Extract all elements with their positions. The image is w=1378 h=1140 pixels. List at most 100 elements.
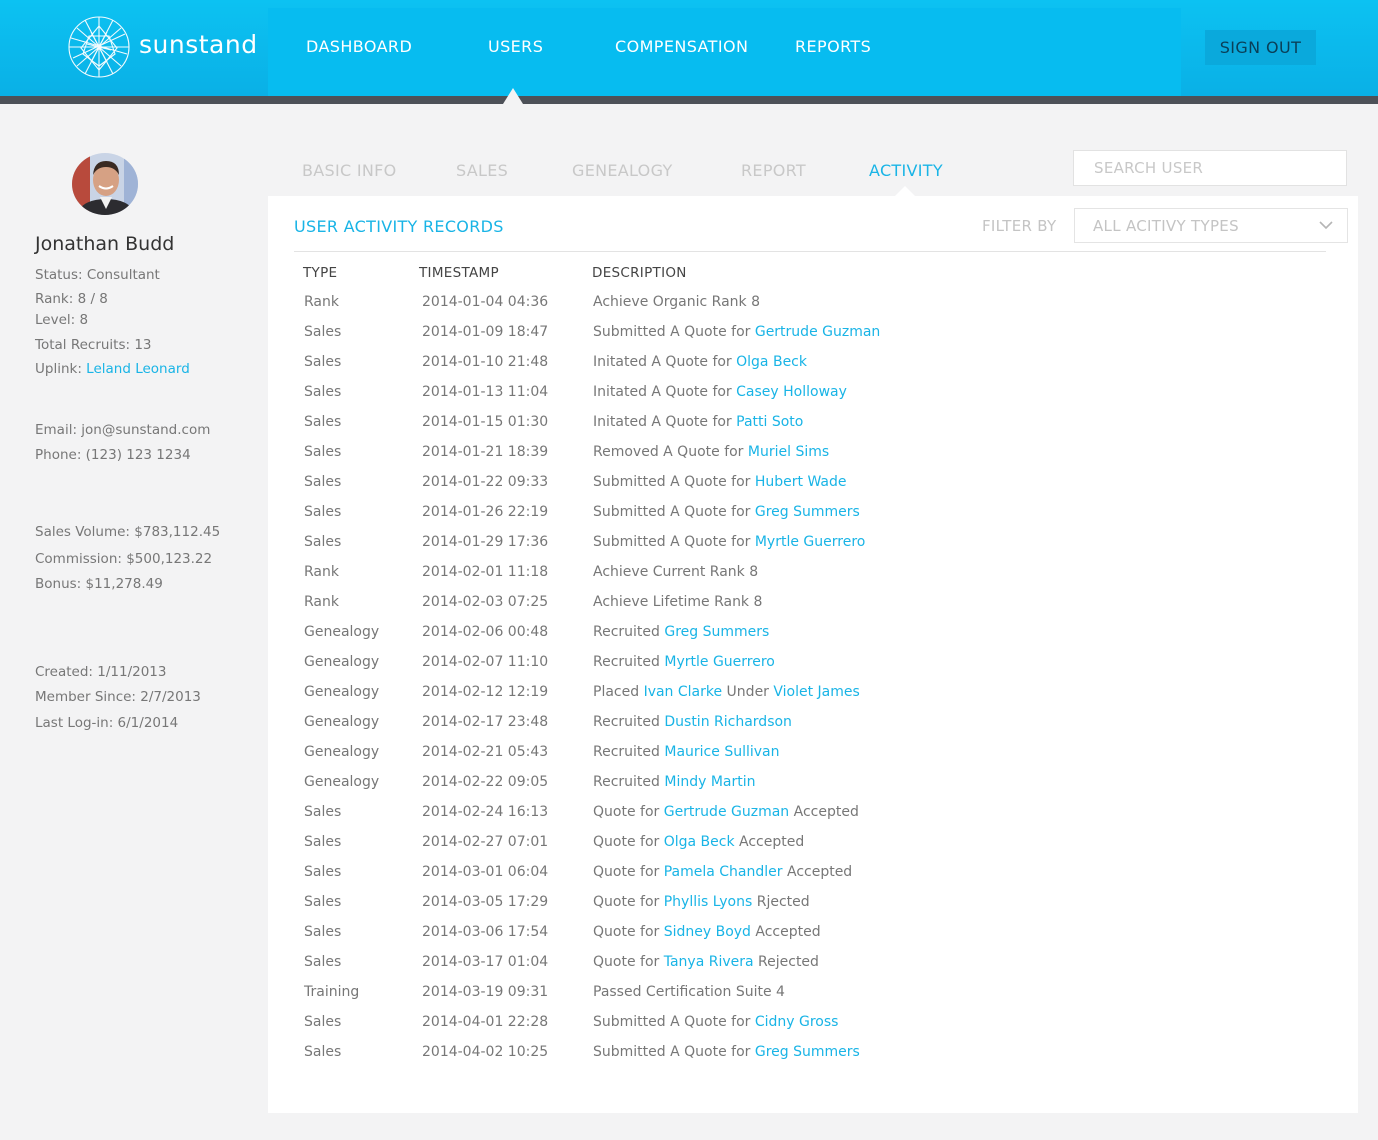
nav-dashboard[interactable]: DASHBOARD [306,37,412,56]
brand-name[interactable]: sunstand [139,30,258,59]
cell-description: Quote for Tanya Rivera Rejected [593,954,819,970]
cell-timestamp: 2014-02-24 16:13 [422,804,549,820]
user-link[interactable]: Patti Soto [736,414,803,430]
description-text: Recruited [593,774,665,790]
description-text: Removed A Quote for [593,444,748,460]
profile-created: Created: 1/11/2013 [35,664,167,680]
table-row: Sales 2014-01-21 18:39 Removed A Quote for… [268,444,1358,474]
description-text: Accepted [789,804,859,820]
cell-description: Removed A Quote for Muriel Sims [593,444,829,460]
user-link[interactable]: Pamela Chandler [664,864,783,880]
description-text: Submitted A Quote for [593,1044,755,1060]
cell-timestamp: 2014-01-22 09:33 [422,474,549,490]
profile-last-login: Last Log-in: 6/1/2014 [35,715,179,731]
cell-type: Sales [304,474,342,490]
user-link[interactable]: Gertrude Guzman [664,804,789,820]
cell-description: Submitted A Quote for Cidny Gross [593,1014,838,1030]
cell-type: Sales [304,534,342,550]
user-link[interactable]: Phyllis Lyons [664,894,753,910]
profile-email: Email: jon@sunstand.com [35,422,211,438]
description-text: Quote for [593,924,664,940]
cell-description: Initated A Quote for Olga Beck [593,354,807,370]
profile-phone: Phone: (123) 123 1234 [35,447,191,463]
user-link[interactable]: Greg Summers [755,504,860,520]
profile-rank: Rank: 8 / 8 [35,291,108,307]
user-link[interactable]: Myrtle Guerrero [755,534,865,550]
user-link[interactable]: Greg Summers [755,1044,860,1060]
user-link[interactable]: Olga Beck [664,834,735,850]
nav-reports[interactable]: REPORTS [795,37,871,56]
cell-description: Achieve Current Rank 8 [593,564,758,580]
uplink-link[interactable]: Leland Leonard [86,361,190,377]
tab-basic-info[interactable]: BASIC INFO [302,161,397,180]
description-text: Quote for [593,894,664,910]
user-link[interactable]: Olga Beck [736,354,807,370]
tab-report[interactable]: REPORT [741,161,806,180]
description-text: Recruited [593,744,665,760]
cell-description: Recruited Greg Summers [593,624,769,640]
user-link[interactable]: Maurice Sullivan [664,744,779,760]
column-header-type: TYPE [303,265,338,281]
description-text: Submitted A Quote for [593,474,755,490]
table-row: Rank 2014-02-03 07:25 Achieve Lifetime Ran… [268,594,1358,624]
cell-description: Achieve Lifetime Rank 8 [593,594,762,610]
cell-type: Genealogy [304,654,380,670]
tab-sales[interactable]: SALES [456,161,508,180]
cell-timestamp: 2014-01-10 21:48 [422,354,549,370]
description-text: Passed Certification Suite 4 [593,984,785,1000]
cell-timestamp: 2014-03-17 01:04 [422,954,549,970]
user-link[interactable]: Cidny Gross [755,1014,839,1030]
search-user-input[interactable] [1073,150,1347,186]
filter-label: FILTER BY [982,217,1057,235]
user-link[interactable]: Muriel Sims [748,444,829,460]
cell-type: Sales [304,954,342,970]
user-link[interactable]: Violet James [773,684,859,700]
cell-description: Recruited Maurice Sullivan [593,744,779,760]
table-row: Sales 2014-03-06 17:54 Quote for Sidney Bo… [268,924,1358,954]
nav-compensation[interactable]: COMPENSATION [615,37,748,56]
user-link[interactable]: Tanya Rivera [664,954,754,970]
user-link[interactable]: Dustin Richardson [664,714,792,730]
cell-timestamp: 2014-01-29 17:36 [422,534,549,550]
user-link[interactable]: Hubert Wade [755,474,847,490]
cell-description: Achieve Organic Rank 8 [593,294,760,310]
profile-sales-volume: Sales Volume: $783,112.45 [35,524,221,540]
cell-type: Sales [304,834,342,850]
logo-globe-icon[interactable] [67,14,131,80]
cell-type: Sales [304,864,342,880]
filter-value: ALL ACITIVY TYPES [1093,217,1239,235]
cell-description: Recruited Mindy Martin [593,774,756,790]
tab-activity[interactable]: ACTIVITY [869,161,943,180]
description-text: Achieve Current Rank 8 [593,564,759,580]
cell-timestamp: 2014-01-21 18:39 [422,444,549,460]
cell-type: Sales [304,1014,342,1030]
user-link[interactable]: Casey Holloway [736,384,847,400]
user-link[interactable]: Greg Summers [664,624,769,640]
description-text: Achieve Organic Rank 8 [593,294,760,310]
user-link[interactable]: Sidney Boyd [664,924,751,940]
cell-timestamp: 2014-03-06 17:54 [422,924,549,940]
cell-timestamp: 2014-01-26 22:19 [422,504,549,520]
nav-users[interactable]: USERS [488,37,543,56]
profile-name: Jonathan Budd [35,233,175,255]
user-link[interactable]: Mindy Martin [664,774,755,790]
cell-type: Sales [304,384,342,400]
divider [294,251,1326,252]
user-link[interactable]: Myrtle Guerrero [664,654,774,670]
cell-type: Rank [304,594,339,610]
cell-description: Submitted A Quote for Gertrude Guzman [593,324,880,340]
description-text: Initated A Quote for [593,414,737,430]
activity-type-filter[interactable]: ALL ACITIVY TYPES [1074,208,1348,243]
table-row: Genealogy 2014-02-07 11:10 Recruited Myrtl… [268,654,1358,684]
user-link[interactable]: Ivan Clarke [644,684,723,700]
header-strip [0,96,1378,104]
user-link[interactable]: Gertrude Guzman [755,324,880,340]
cell-description: Quote for Gertrude Guzman Accepted [593,804,859,820]
table-row: Genealogy 2014-02-17 23:48 Recruited Dusti… [268,714,1358,744]
table-row: Genealogy 2014-02-22 09:05 Recruited Mindy… [268,774,1358,804]
table-row: Sales 2014-01-13 11:04 Initated A Quote fo… [268,384,1358,414]
column-header-description: DESCRIPTION [592,265,687,281]
tab-genealogy[interactable]: GENEALOGY [572,161,673,180]
table-row: Sales 2014-01-09 18:47 Submitted A Quote f… [268,324,1358,354]
sign-out-button[interactable]: SIGN OUT [1205,30,1316,65]
